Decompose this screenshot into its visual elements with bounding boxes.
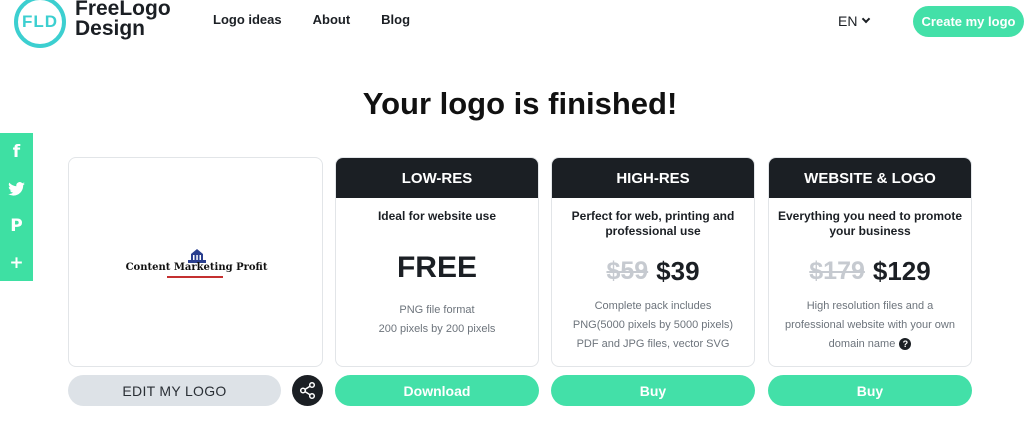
plan-details: Complete pack includes PNG(5000 pixels b… (552, 297, 754, 354)
download-button[interactable]: Download (335, 375, 539, 406)
plan-card-low-res: LOW-RES Ideal for website use FREE PNG f… (335, 157, 539, 367)
plan-name: LOW-RES (336, 158, 538, 198)
help-icon[interactable]: ? (899, 338, 912, 351)
plan-detail-line: High resolution files and a (806, 300, 934, 312)
plan-detail-line: Complete pack includes (594, 300, 712, 312)
nav-blog[interactable]: Blog (381, 12, 410, 27)
plan-subtitle: Perfect for web, printing and profession… (571, 209, 735, 238)
pinterest-icon[interactable]: P (0, 207, 33, 244)
plan-old-price: $179 (809, 256, 865, 285)
plan-details: PNG file format 200 pixels by 200 pixels (336, 301, 538, 339)
logo-underline (167, 276, 223, 278)
edit-my-logo-button[interactable]: EDIT MY LOGO (68, 375, 281, 406)
brand-name[interactable]: FreeLogo Design (75, 0, 171, 39)
plan-price: $39 (656, 255, 700, 286)
twitter-icon[interactable] (0, 170, 33, 207)
plan-subtitle: Everything you need to promote your busi… (777, 209, 963, 238)
plan-price: $129 (872, 255, 931, 286)
plan-name: HIGH-RES (552, 158, 754, 198)
facebook-icon[interactable]: f (0, 133, 33, 170)
language-selector[interactable]: EN (838, 13, 871, 29)
plan-detail-line: PNG(5000 pixels by 5000 pixels) (572, 319, 734, 331)
nav-about[interactable]: About (313, 12, 351, 27)
logo-preview: Content Marketing Profit (68, 157, 323, 367)
share-icon (299, 381, 316, 400)
brand-logo-mark[interactable]: FLD (14, 0, 66, 48)
plan-detail-line-with-help: domain name? (775, 335, 965, 354)
plan-detail-line: PNG file format (399, 304, 475, 316)
logo-company-name: Content Marketing Profit (125, 262, 268, 273)
plan-card-high-res: HIGH-RES Perfect for web, printing and p… (551, 157, 755, 367)
buy-high-res-button[interactable]: Buy (551, 375, 755, 406)
language-label: EN (838, 13, 858, 29)
plan-detail-line: PDF and JPG files, vector SVG (576, 338, 730, 350)
social-share-bar: f P + (0, 133, 33, 281)
plan-detail-line: 200 pixels by 200 pixels (378, 323, 496, 335)
plan-price-row: $59 $39 (552, 251, 754, 291)
plan-card-website-logo: WEBSITE & LOGO Everything you need to pr… (768, 157, 972, 367)
plan-name: WEBSITE & LOGO (769, 158, 971, 198)
brand-logo-initials: FLD (21, 12, 59, 31)
main-nav: Logo ideas About Blog (213, 12, 410, 27)
share-button[interactable] (292, 375, 323, 406)
create-my-logo-button[interactable]: Create my logo (913, 6, 1024, 37)
buy-website-logo-button[interactable]: Buy (768, 375, 972, 406)
chevron-down-icon (862, 14, 871, 24)
plan-old-price: $59 (606, 256, 649, 285)
plan-subtitle: Ideal for website use (377, 209, 497, 223)
page-title: Your logo is finished! (362, 86, 678, 121)
plus-icon[interactable]: + (0, 244, 33, 281)
nav-logo-ideas[interactable]: Logo ideas (213, 12, 282, 27)
brand-name-line2: Design (75, 17, 146, 40)
plan-detail-line: domain name (828, 338, 896, 350)
plan-price-row: $179 $129 (769, 251, 971, 291)
plan-detail-line: professional website with your own (785, 319, 955, 331)
plan-details: High resolution files and a professional… (769, 297, 971, 354)
plan-price: FREE (396, 251, 477, 284)
